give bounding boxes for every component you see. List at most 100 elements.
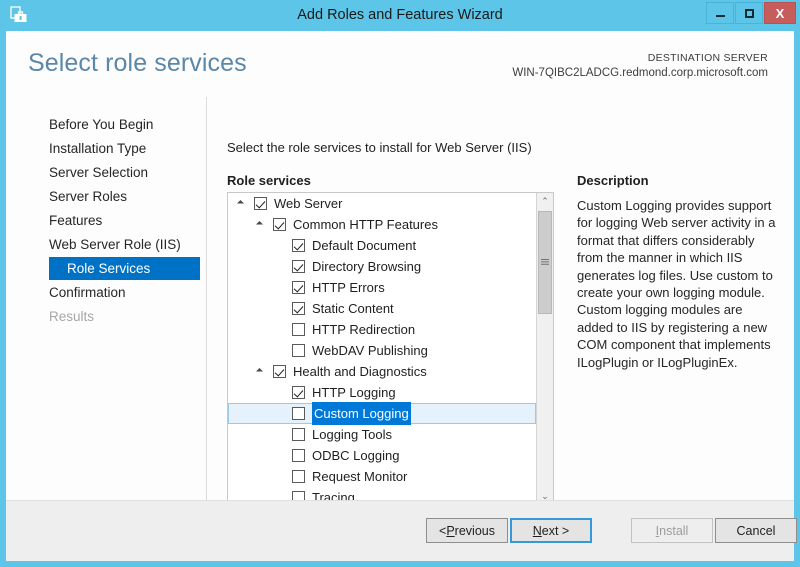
sidebar-item-server-roles[interactable]: Server Roles (6, 185, 200, 208)
checkbox-unchecked[interactable] (292, 428, 305, 441)
sidebar-item-confirmation[interactable]: Confirmation (6, 281, 200, 304)
button-accelerator-char: P (446, 523, 455, 538)
sidebar-item-label: Role Services (67, 261, 151, 276)
button-label: nstall (659, 523, 689, 538)
role-services-tree[interactable]: Web Server Common HTTP Features Default Do… (228, 193, 536, 505)
checkbox-checked[interactable] (273, 365, 286, 378)
sidebar-item-results: Results (6, 305, 200, 328)
title-bar: Add Roles and Features Wizard X (0, 0, 800, 31)
install-button: Install (631, 518, 713, 543)
window-caption-buttons: X (705, 2, 796, 24)
sidebar-item-label: Installation Type (49, 141, 147, 156)
sidebar-item-server-selection[interactable]: Server Selection (6, 161, 200, 184)
page-title: Select role services (28, 49, 247, 77)
tree-row[interactable]: Static Content (228, 298, 536, 319)
wizard-main-content: Select the role services to install for … (207, 97, 794, 525)
scroll-up-icon[interactable]: ⌃ (537, 193, 553, 210)
previous-button[interactable]: < Previous (426, 518, 508, 543)
sidebar-item-web-server-role-iis[interactable]: Web Server Role (IIS) (6, 233, 200, 256)
button-label: ext > (541, 523, 570, 538)
checkbox-unchecked[interactable] (292, 470, 305, 483)
tree-item-label: Default Document (312, 238, 417, 253)
tree-row[interactable]: Web Server (228, 193, 536, 214)
sidebar-item-label: Results (49, 309, 95, 324)
tree-item-label: Logging Tools (312, 427, 392, 442)
button-accelerator-char: N (532, 523, 542, 538)
sidebar-item-label: Before You Begin (49, 117, 154, 132)
sidebar-item-label: Features (49, 213, 103, 228)
tree-item-label: Web Server (274, 196, 343, 211)
checkbox-unchecked[interactable] (292, 407, 305, 420)
role-services-tree-container[interactable]: Web Server Common HTTP Features Default Do… (227, 192, 554, 524)
tree-item-label: WebDAV Publishing (312, 343, 428, 358)
sidebar-item-role-services[interactable]: Role Services (49, 257, 200, 280)
tree-item-label: Custom Logging (312, 402, 411, 425)
checkbox-unchecked[interactable] (292, 323, 305, 336)
checkbox-checked[interactable] (292, 239, 305, 252)
wizard-client-area: Select role services DESTINATION SERVER … (6, 31, 797, 561)
tree-item-label: ODBC Logging (312, 448, 400, 463)
sidebar-item-features[interactable]: Features (6, 209, 200, 232)
tree-row[interactable]: WebDAV Publishing (228, 340, 536, 361)
instruction-text: Select the role services to install for … (227, 140, 532, 155)
tree-row[interactable]: Directory Browsing (228, 256, 536, 277)
tree-row[interactable]: HTTP Redirection (228, 319, 536, 340)
role-services-label: Role services (227, 173, 311, 188)
expander-collapse-icon[interactable] (255, 214, 268, 235)
tree-row[interactable]: ODBC Logging (228, 445, 536, 466)
checkbox-checked[interactable] (292, 302, 305, 315)
expander-collapse-icon[interactable] (236, 193, 249, 214)
button-label-prefix: < (439, 523, 447, 538)
wizard-footer: < Previous Next > Install Cancel (6, 500, 797, 561)
tree-row-selected[interactable]: Custom Logging (228, 402, 536, 425)
sidebar-item-label: Server Selection (49, 165, 149, 180)
tree-item-label: Common HTTP Features (293, 217, 438, 232)
wizard-header: Select role services DESTINATION SERVER … (6, 31, 794, 97)
tree-item-label: HTTP Redirection (312, 322, 416, 337)
wizard-window: Add Roles and Features Wizard X Select r… (0, 0, 800, 567)
tree-item-label: HTTP Logging (312, 385, 396, 400)
tree-row[interactable]: HTTP Logging (228, 382, 536, 403)
checkbox-checked[interactable] (292, 260, 305, 273)
vertical-scrollbar-thumb[interactable] (538, 211, 552, 314)
destination-server-name: WIN-7QIBC2LADCG.redmond.corp.microsoft.c… (512, 67, 768, 79)
checkbox-checked[interactable] (292, 281, 305, 294)
tree-item-label: HTTP Errors (312, 280, 385, 295)
vertical-scrollbar[interactable]: ⌃ ⌄ (536, 193, 553, 505)
tree-item-label: Request Monitor (312, 469, 408, 484)
sidebar-item-label: Web Server Role (IIS) (49, 237, 181, 252)
button-label: revious (454, 523, 495, 538)
checkbox-unchecked[interactable] (292, 449, 305, 462)
tree-row[interactable]: HTTP Errors (228, 277, 536, 298)
wizard-steps-nav: Before You Begin Installation Type Server … (6, 97, 207, 525)
tree-item-label: Static Content (312, 301, 394, 316)
description-text: Custom Logging provides support for logg… (577, 198, 776, 370)
checkbox-unchecked[interactable] (292, 344, 305, 357)
tree-item-label: Health and Diagnostics (293, 364, 427, 379)
sidebar-item-label: Server Roles (49, 189, 128, 204)
tree-row[interactable]: Logging Tools (228, 424, 536, 445)
checkbox-checked[interactable] (254, 197, 267, 210)
checkbox-checked[interactable] (273, 218, 286, 231)
checkbox-checked[interactable] (292, 386, 305, 399)
tree-row[interactable]: Health and Diagnostics (228, 361, 536, 382)
window-title: Add Roles and Features Wizard (297, 7, 503, 23)
tree-row[interactable]: Common HTTP Features (228, 214, 536, 235)
minimize-icon (715, 15, 725, 17)
destination-server-label: DESTINATION SERVER (647, 52, 768, 64)
maximize-icon (744, 8, 754, 18)
sidebar-item-label: Confirmation (49, 285, 126, 300)
maximize-button[interactable] (735, 2, 763, 24)
expander-collapse-icon[interactable] (255, 361, 268, 382)
sidebar-item-installation-type[interactable]: Installation Type (6, 137, 200, 160)
sidebar-item-before-you-begin[interactable]: Before You Begin (6, 113, 200, 136)
description-label: Description (577, 173, 649, 188)
tree-row[interactable]: Default Document (228, 235, 536, 256)
button-label: Cancel (736, 523, 776, 538)
scrollbar-grip-icon (541, 259, 549, 266)
minimize-button[interactable] (706, 2, 734, 24)
cancel-button[interactable]: Cancel (715, 518, 797, 543)
next-button[interactable]: Next > (510, 518, 592, 543)
close-button[interactable]: X (764, 2, 796, 24)
tree-row[interactable]: Request Monitor (228, 466, 536, 487)
